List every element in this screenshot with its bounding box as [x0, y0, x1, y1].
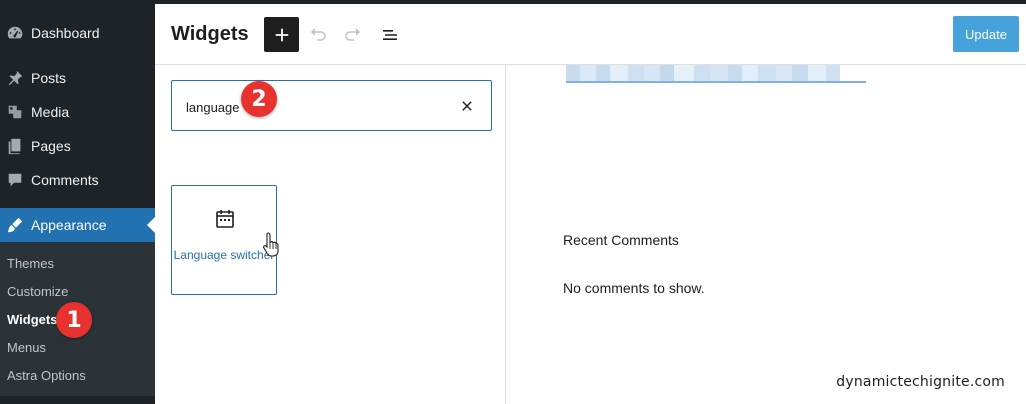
sidebar-item-posts[interactable]: Posts — [0, 61, 155, 95]
widget-canvas: Recent Comments No comments to show. dyn… — [507, 65, 1026, 404]
block-search-input[interactable] — [186, 97, 446, 117]
dashboard-icon — [5, 23, 25, 43]
sidebar-item-media[interactable]: Media — [0, 95, 155, 129]
blurred-underline — [566, 81, 866, 83]
sidebar-item-label: Dashboard — [31, 25, 100, 41]
calendar-icon — [216, 210, 234, 228]
admin-sidebar: Dashboard Posts Media Pages Comments App… — [0, 4, 155, 404]
editor-header: Widgets Update — [155, 4, 1026, 65]
hand-cursor-icon — [263, 232, 279, 257]
submenu-item-themes[interactable]: Themes — [7, 256, 54, 271]
recent-comments-title: Recent Comments — [563, 232, 679, 248]
sidebar-item-label: Comments — [31, 172, 99, 188]
redo-button[interactable] — [341, 23, 365, 47]
watermark: dynamictechignite.com — [836, 374, 1005, 390]
close-icon — [462, 101, 472, 111]
add-block-button[interactable] — [264, 17, 299, 52]
submenu-item-menus[interactable]: Menus — [7, 340, 46, 355]
submenu-item-customize[interactable]: Customize — [7, 284, 68, 299]
comment-icon — [5, 170, 25, 190]
plus-icon — [275, 28, 288, 41]
update-button[interactable]: Update — [953, 16, 1019, 52]
list-view-button[interactable] — [378, 23, 402, 47]
sidebar-item-comments[interactable]: Comments — [0, 163, 155, 197]
list-view-icon — [383, 30, 397, 40]
step-badge-1: 1 — [56, 302, 92, 338]
no-comments-text: No comments to show. — [563, 280, 705, 296]
sidebar-item-dashboard[interactable]: Dashboard — [0, 16, 155, 50]
block-label: Language switcher — [173, 248, 275, 262]
step-badge-2: 2 — [241, 81, 277, 117]
redo-icon — [345, 28, 360, 41]
block-inserter-panel: Language switcher — [155, 65, 506, 404]
sidebar-item-label: Pages — [31, 138, 71, 154]
sidebar-item-label: Appearance — [31, 217, 107, 233]
sidebar-item-label: Media — [31, 104, 70, 120]
submenu-item-widgets[interactable]: Widgets — [7, 312, 57, 327]
submenu-item-astra-options[interactable]: Astra Options — [7, 368, 86, 383]
sidebar-item-label: Posts — [31, 70, 67, 86]
media-icon — [5, 102, 25, 122]
brush-icon — [5, 215, 25, 235]
undo-button[interactable] — [306, 23, 330, 47]
sidebar-item-appearance[interactable]: Appearance — [0, 208, 155, 242]
pages-icon — [5, 136, 25, 156]
block-search-field[interactable] — [171, 80, 492, 131]
undo-icon — [311, 28, 326, 41]
clear-search-button[interactable] — [457, 96, 477, 116]
sidebar-item-pages[interactable]: Pages — [0, 129, 155, 163]
sidebar-footer — [0, 396, 155, 404]
pin-icon — [5, 68, 25, 88]
active-indicator — [147, 217, 155, 233]
page-title: Widgets — [171, 23, 249, 45]
